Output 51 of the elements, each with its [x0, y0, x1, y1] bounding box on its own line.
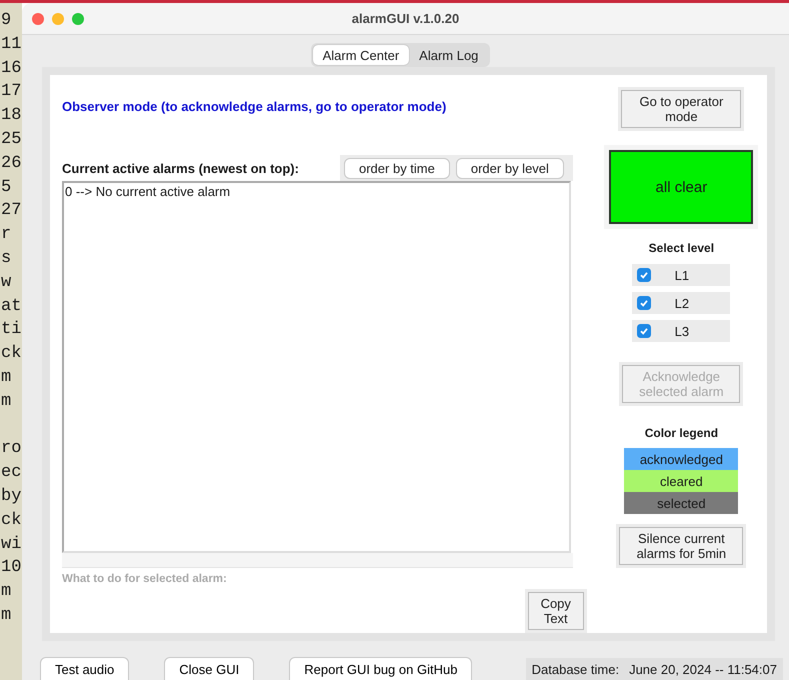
- terminal-line: 5: [0, 176, 12, 199]
- alarm-row[interactable]: 0 --> No current active alarm: [65, 184, 568, 199]
- level-label: L1: [674, 268, 690, 282]
- legend-item: acknowledged: [624, 448, 738, 470]
- terminal-line: ck: [0, 343, 22, 366]
- terminal-line: m: [0, 366, 12, 389]
- terminal-line: ti: [0, 319, 22, 342]
- terminal-line: w: [0, 272, 12, 294]
- terminal-line: 10: [0, 557, 22, 580]
- terminal-line: ro: [0, 438, 22, 460]
- database-time: June 20, 2024 -- 11:54:07: [629, 662, 777, 677]
- terminal-line: 16: [0, 58, 22, 80]
- terminal-line: 11: [0, 34, 22, 56]
- terminal-line: 18: [0, 105, 22, 128]
- footer-button[interactable]: Report GUI bug on GitHub: [289, 657, 472, 680]
- footer-button[interactable]: Test audio: [40, 657, 130, 680]
- level-label: L3: [674, 324, 690, 338]
- terminal-line: at: [0, 296, 22, 318]
- terminal-line: ck: [0, 510, 22, 532]
- footer-button[interactable]: Close GUI: [164, 657, 254, 680]
- terminal-line: wi: [0, 534, 22, 556]
- terminal-line: s: [0, 248, 12, 270]
- silence-button[interactable]: Silence current alarms for 5min: [619, 527, 744, 565]
- terminal-line: 17: [0, 81, 22, 104]
- action-label: What to do for selected alarm:: [62, 573, 228, 585]
- terminal-line: by: [0, 486, 22, 508]
- window-title: alarmGUI v.1.0.20: [352, 11, 460, 26]
- level-heading: Select level: [648, 241, 714, 255]
- terminal-line: m: [0, 581, 12, 604]
- legend-item: selected: [624, 492, 738, 514]
- terminal-line: 27: [0, 200, 22, 222]
- legend-item: cleared: [624, 470, 738, 492]
- sort-button[interactable]: order by level: [456, 158, 564, 178]
- terminal-line: m: [0, 390, 12, 413]
- status-indicator: all clear: [609, 150, 754, 224]
- terminal-line: 26: [0, 152, 22, 175]
- tab[interactable]: Alarm Log: [409, 45, 488, 65]
- sort-button[interactable]: order by time: [344, 158, 450, 178]
- level-label: L2: [674, 296, 690, 310]
- copy-text-button[interactable]: Copy Text: [528, 592, 584, 630]
- database-time-label: Database time:: [532, 662, 620, 677]
- terminal-line: 25: [0, 128, 22, 151]
- mode-message: Observer mode (to acknowledge alarms, go to operator mode): [62, 99, 448, 114]
- tab[interactable]: Alarm Center: [312, 45, 410, 65]
- terminal-line: ec: [0, 462, 22, 484]
- terminal-line: m: [0, 604, 12, 627]
- operator-mode-button[interactable]: Go to operator mode: [621, 90, 742, 128]
- list-heading: Current active alarms (newest on top):: [62, 160, 300, 176]
- terminal-line: r: [0, 224, 12, 246]
- legend-heading: Color legend: [644, 426, 718, 440]
- terminal-line: 9: [0, 10, 12, 32]
